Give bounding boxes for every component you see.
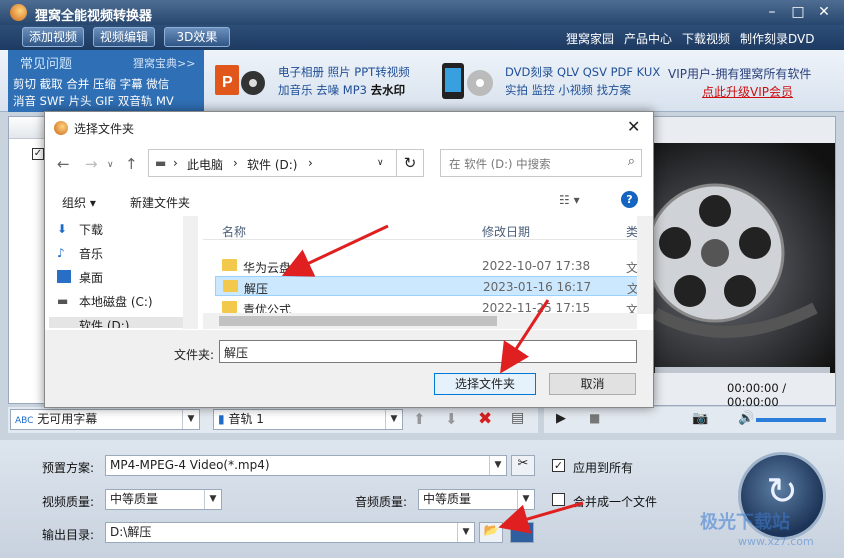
arrow-to-browse [498, 501, 584, 534]
arrow-to-folder [281, 224, 389, 277]
video-converter-app: 狸窝全能视频转换器 – □ ✕ 添加视频 视频编辑 3D效果 狸窝家园 产品中心… [0, 0, 844, 558]
annotation-arrows [281, 224, 584, 534]
arrow-to-select-button [500, 299, 550, 374]
